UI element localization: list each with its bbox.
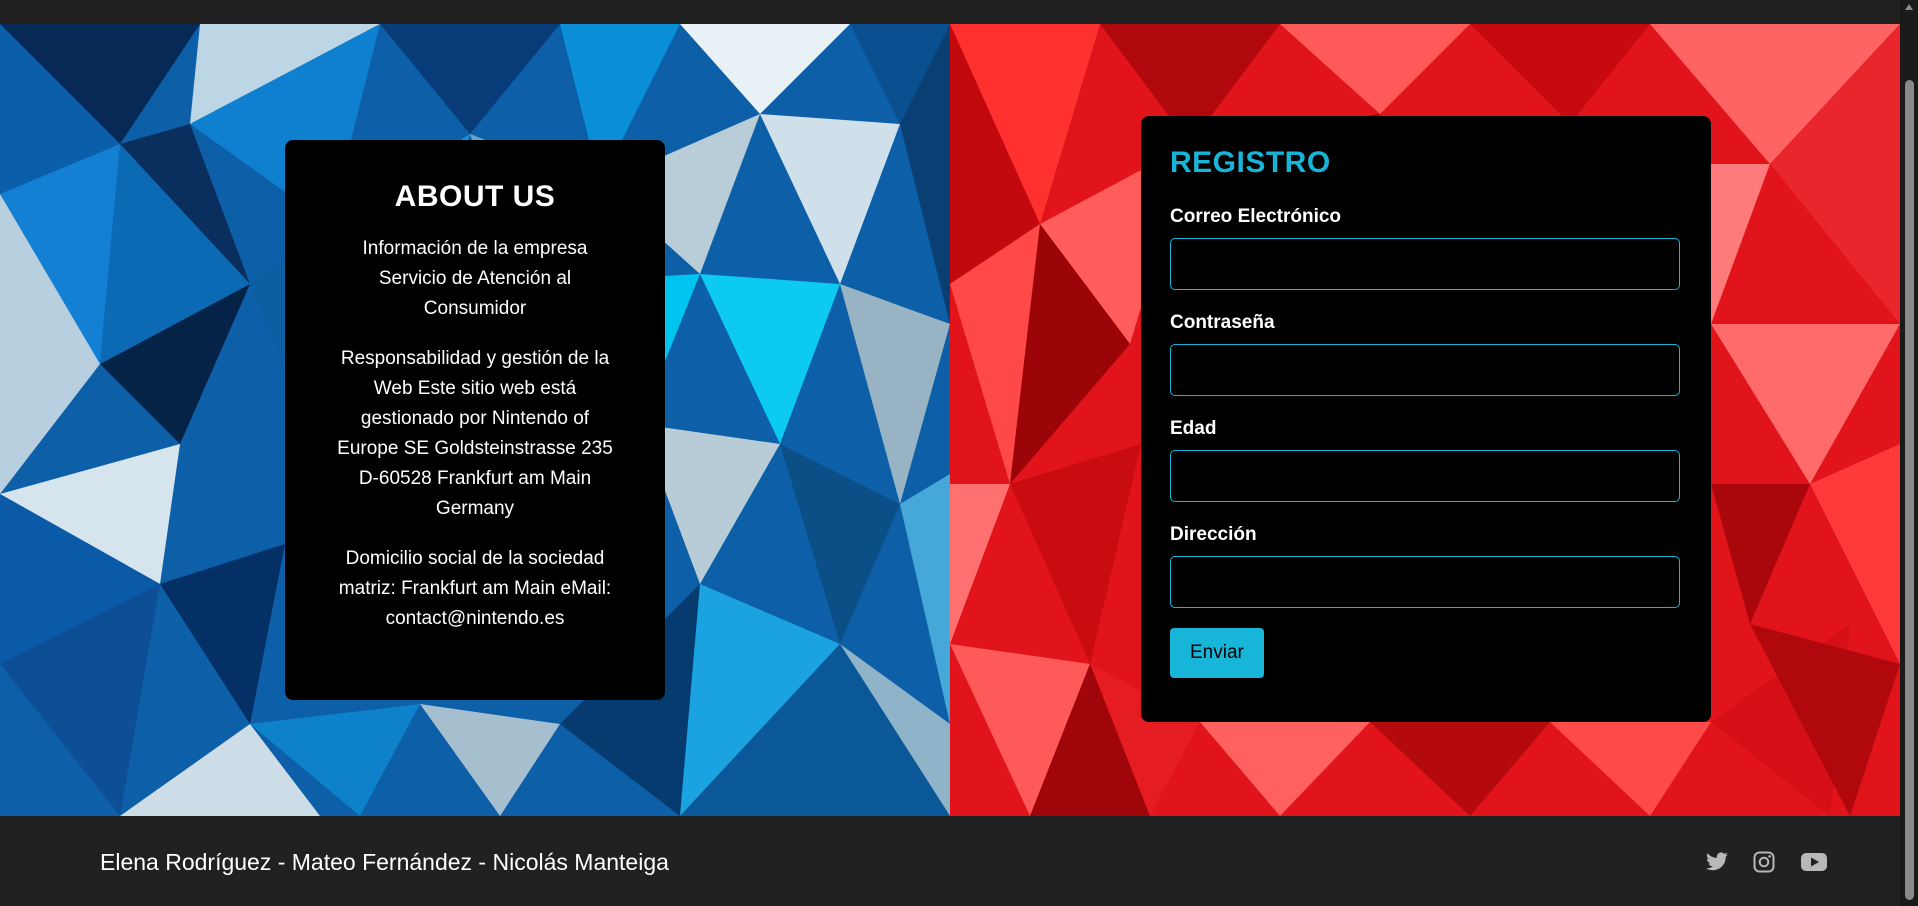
authors-text: Elena Rodríguez - Mateo Fernández - Nico… bbox=[100, 849, 669, 875]
email-label: Correo Electrónico bbox=[1170, 206, 1342, 227]
address-label: Dirección bbox=[1170, 524, 1257, 545]
password-label: Contraseña bbox=[1170, 312, 1275, 333]
address-input[interactable] bbox=[1170, 556, 1680, 608]
register-panel: REGISTRO Correo Electrónico Contraseña E… bbox=[950, 24, 1900, 816]
scroll-up-arrow-icon[interactable] bbox=[1905, 4, 1913, 10]
password-input[interactable] bbox=[1170, 344, 1680, 396]
email-input[interactable] bbox=[1170, 238, 1680, 290]
registered-office-text: Domicilio social de la sociedad matriz: … bbox=[338, 548, 612, 629]
age-field-group: Edad bbox=[1170, 418, 1682, 502]
top-bar bbox=[0, 0, 1900, 24]
register-form-card: REGISTRO Correo Electrónico Contraseña E… bbox=[1141, 116, 1711, 722]
email-field-group: Correo Electrónico bbox=[1170, 206, 1682, 290]
scrollbar-thumb[interactable] bbox=[1905, 80, 1914, 900]
instagram-icon[interactable] bbox=[1752, 850, 1782, 876]
age-input[interactable] bbox=[1170, 450, 1680, 502]
about-us-card: ABOUT US Información de la empresa Servi… bbox=[285, 140, 665, 700]
about-us-title: ABOUT US bbox=[394, 180, 556, 213]
address-field-group: Dirección bbox=[1170, 524, 1682, 608]
main-content: ABOUT US Información de la empresa Servi… bbox=[0, 24, 1900, 816]
youtube-icon[interactable] bbox=[1800, 850, 1830, 876]
page-scrollbar[interactable] bbox=[1900, 0, 1918, 906]
about-panel: ABOUT US Información de la empresa Servi… bbox=[0, 24, 950, 816]
company-info-text: Información de la empresa Servicio de At… bbox=[362, 238, 588, 319]
age-label: Edad bbox=[1170, 418, 1217, 439]
register-title: REGISTRO bbox=[1170, 146, 1331, 179]
footer: Elena Rodríguez - Mateo Fernández - Nico… bbox=[0, 816, 1900, 906]
submit-button[interactable]: Enviar bbox=[1170, 628, 1264, 678]
responsibility-text: Responsabilidad y gestión de la Web Este… bbox=[337, 348, 613, 519]
twitter-icon[interactable] bbox=[1704, 850, 1734, 876]
password-field-group: Contraseña bbox=[1170, 312, 1682, 396]
social-links bbox=[1704, 850, 1830, 876]
